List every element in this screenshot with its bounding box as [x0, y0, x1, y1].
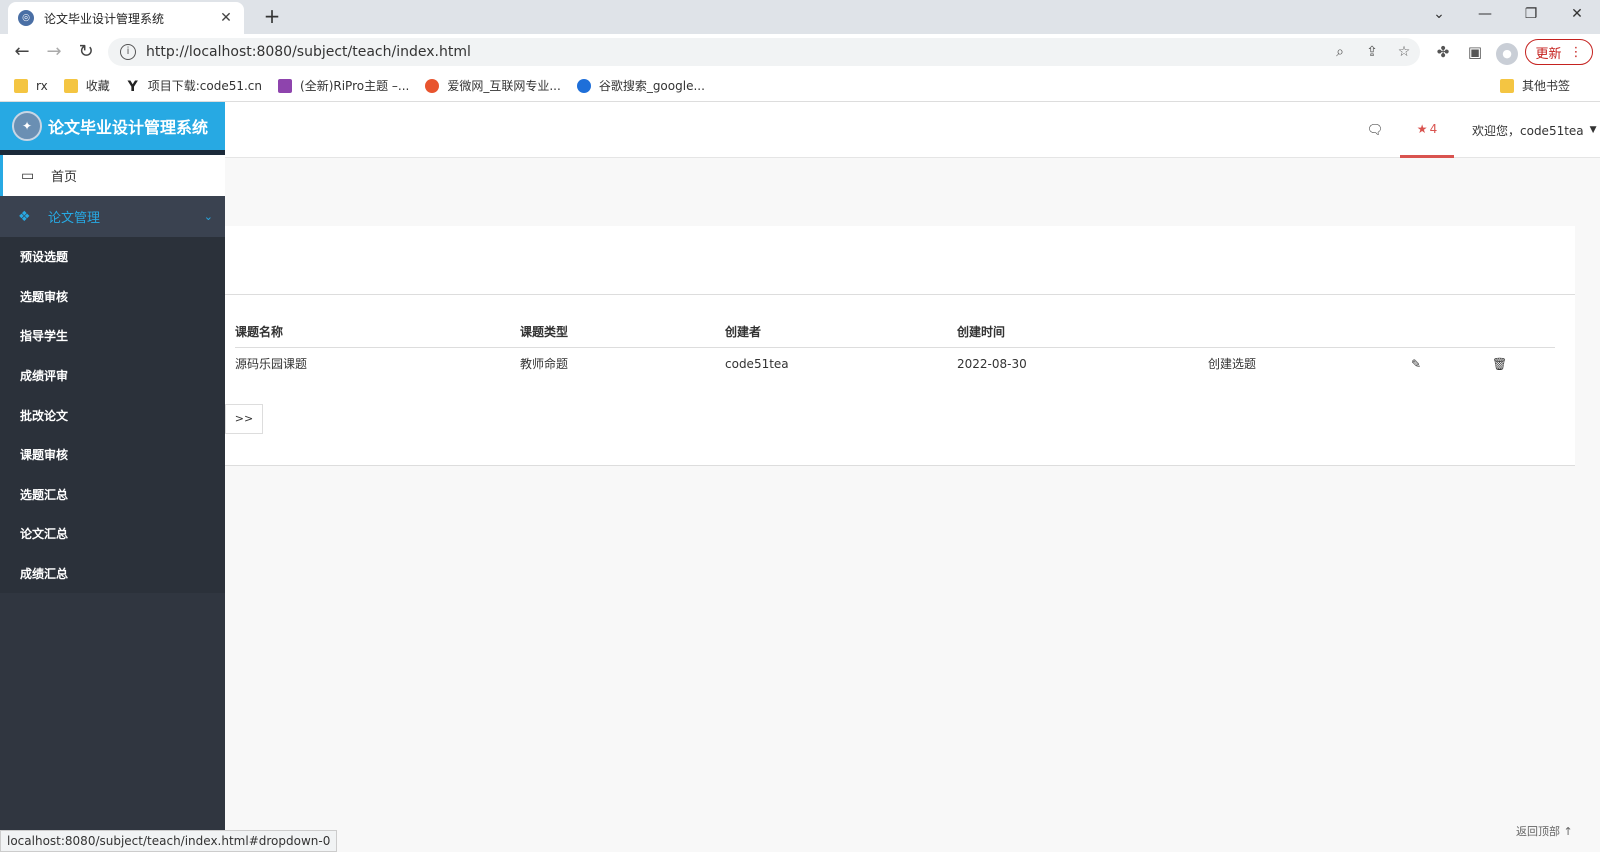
tab-search-icon[interactable]: ⌄ [1424, 4, 1454, 24]
panel-header [225, 226, 1575, 295]
bookmark-star-icon[interactable]: ☆ [1388, 44, 1420, 60]
reload-icon[interactable]: ↻ [74, 41, 98, 65]
sidebar: ✦ 论文毕业设计管理系统 ▭ 首页 ❖ 论文管理 ⌄ 预设选题 选题审核 指导学… [0, 102, 225, 852]
bookmark-google[interactable]: 谷歌搜索_google... [576, 77, 705, 94]
column-header: 创建者 [725, 325, 762, 339]
sidebar-item-thesis-summary[interactable]: 论文汇总 [0, 514, 225, 554]
user-dropdown[interactable]: 欢迎您，code51tea ▼ [1472, 102, 1597, 158]
table-header: 课题名称 课题类型 创建者 创建时间 [235, 316, 1555, 348]
folder-icon [1499, 78, 1514, 93]
side-panel-icon[interactable]: ▣ [1464, 43, 1486, 61]
subject-created: 2022-08-30 [957, 357, 1027, 371]
back-to-top-link[interactable]: 返回顶部 ↑ [1516, 823, 1573, 839]
sidebar-item-home[interactable]: ▭ 首页 [0, 155, 225, 196]
site-info-icon[interactable]: i [120, 44, 136, 60]
subject-type: 教师命题 [520, 357, 569, 371]
column-header: 课题名称 [235, 325, 284, 339]
star-icon: ★ [1416, 121, 1428, 136]
sidebar-item-correct-thesis[interactable]: 批改论文 [0, 395, 225, 435]
bookmark-favorites[interactable]: 收藏 [63, 77, 110, 94]
sidebar-item-preset-topic[interactable]: 预设选题 [0, 237, 225, 277]
column-header: 创建时间 [957, 325, 1006, 339]
messages-icon[interactable]: 🗨 [1355, 102, 1395, 158]
sidebar-item-grade-review[interactable]: 成绩评审 [0, 356, 225, 396]
browser-tab[interactable]: ◎ 论文毕业设计管理系统 ✕ [8, 2, 244, 34]
ripro-icon [278, 78, 293, 93]
browser-toolbar: ← → ↻ i http://localhost:8080/subject/te… [0, 34, 1600, 70]
tab-title: 论文毕业设计管理系统 [44, 11, 165, 26]
zoom-icon[interactable]: ⌕ [1324, 44, 1356, 60]
update-button[interactable]: 更新 ⋮ [1525, 39, 1593, 65]
close-window-icon[interactable]: ✕ [1562, 4, 1592, 24]
url-text[interactable]: http://localhost:8080/subject/teach/inde… [146, 44, 1324, 60]
minimize-icon[interactable]: — [1470, 4, 1500, 24]
sidebar-item-subject-review[interactable]: 课题审核 [0, 435, 225, 475]
profile-avatar-icon[interactable]: ● [1496, 43, 1518, 65]
new-tab-button[interactable]: + [260, 5, 284, 29]
column-header: 课题类型 [520, 325, 569, 339]
subject-creator: code51tea [725, 357, 789, 371]
caret-down-icon: ▼ [1589, 125, 1597, 135]
trash-icon[interactable]: 🗑 [1492, 348, 1507, 380]
share-icon[interactable]: ⇪ [1356, 44, 1388, 60]
favorites-button[interactable]: ★ 4 [1400, 102, 1454, 158]
site-favicon-icon: ◎ [18, 10, 34, 26]
close-tab-icon[interactable]: ✕ [218, 10, 234, 26]
bookmark-rx[interactable]: rx [14, 78, 48, 93]
bookmark-code51[interactable]: Y 项目下载:code51.cn [126, 77, 262, 95]
sidebar-submenu: 预设选题 选题审核 指导学生 成绩评审 批改论文 课题审核 选题汇总 论文汇总 … [0, 237, 225, 594]
cubes-icon: ❖ [18, 208, 31, 225]
more-menu-icon: ⋮ [1569, 44, 1583, 60]
chevron-down-icon: ⌄ [203, 210, 213, 223]
back-to-top-label: 返回顶部 [1516, 825, 1560, 838]
create-topic-link[interactable]: 创建选题 [1208, 348, 1256, 380]
bookmarks-bar: rx 收藏 Y 项目下载:code51.cn (全新)RiPro主题 –... 爱… [0, 70, 1600, 102]
welcome-text: 欢迎您，code51tea [1472, 123, 1584, 138]
app-topbar: 🗨 ★ 4 欢迎您，code51tea ▼ [225, 102, 1600, 158]
address-bar[interactable]: i http://localhost:8080/subject/teach/in… [108, 38, 1420, 66]
folder-icon [14, 78, 28, 93]
browser-status-url: localhost:8080/subject/teach/index.html#… [0, 830, 338, 852]
aiwei-icon [425, 78, 440, 93]
folder-icon [63, 78, 78, 93]
subject-table: 课题名称 课题类型 创建者 创建时间 源码乐园课题 教师命题 code51tea… [235, 316, 1555, 380]
star-count: 4 [1429, 121, 1438, 136]
sidebar-group-label: 论文管理 [48, 211, 101, 226]
sidebar-item-guide-students[interactable]: 指导学生 [0, 316, 225, 356]
sidebar-group-thesis[interactable]: ❖ 论文管理 ⌄ [0, 196, 225, 237]
forward-arrow-icon[interactable]: → [42, 41, 66, 65]
university-logo-icon: ✦ [12, 111, 42, 141]
edit-pencil-icon[interactable]: ✎ [1411, 348, 1421, 380]
monitor-icon: ▭ [21, 167, 35, 184]
bookmark-other[interactable]: 其他书签 [1499, 77, 1570, 94]
sidebar-item-topic-summary[interactable]: 选题汇总 [0, 475, 225, 515]
sidebar-item-grade-summary[interactable]: 成绩汇总 [0, 554, 225, 594]
y-icon: Y [127, 78, 138, 95]
sidebar-item-label: 首页 [51, 170, 78, 185]
subject-name: 源码乐园课题 [235, 357, 308, 371]
restore-icon[interactable]: ❐ [1516, 4, 1546, 24]
sidebar-item-topic-review[interactable]: 选题审核 [0, 277, 225, 317]
update-label: 更新 [1535, 46, 1562, 62]
back-arrow-icon[interactable]: ← [10, 41, 34, 65]
search360-icon [576, 78, 591, 93]
bookmark-aiwei[interactable]: 爱微网_互联网专业... [425, 77, 561, 94]
table-row: 源码乐园课题 教师命题 code51tea 2022-08-30 创建选题 ✎ … [235, 348, 1555, 380]
brand-header[interactable]: ✦ 论文毕业设计管理系统 [0, 102, 225, 155]
arrow-up-icon: ↑ [1563, 825, 1573, 838]
brand-name: 论文毕业设计管理系统 [48, 118, 209, 137]
browser-tab-bar: ◎ 论文毕业设计管理系统 ✕ + ⌄ — ❐ ✕ [0, 0, 1600, 34]
pager-next-button[interactable]: >> [225, 404, 263, 434]
extensions-icon[interactable]: ✤ [1432, 43, 1454, 61]
content-panel: 课题名称 课题类型 创建者 创建时间 源码乐园课题 教师命题 code51tea… [225, 226, 1575, 466]
bookmark-ripro[interactable]: (全新)RiPro主题 –... [278, 77, 409, 94]
